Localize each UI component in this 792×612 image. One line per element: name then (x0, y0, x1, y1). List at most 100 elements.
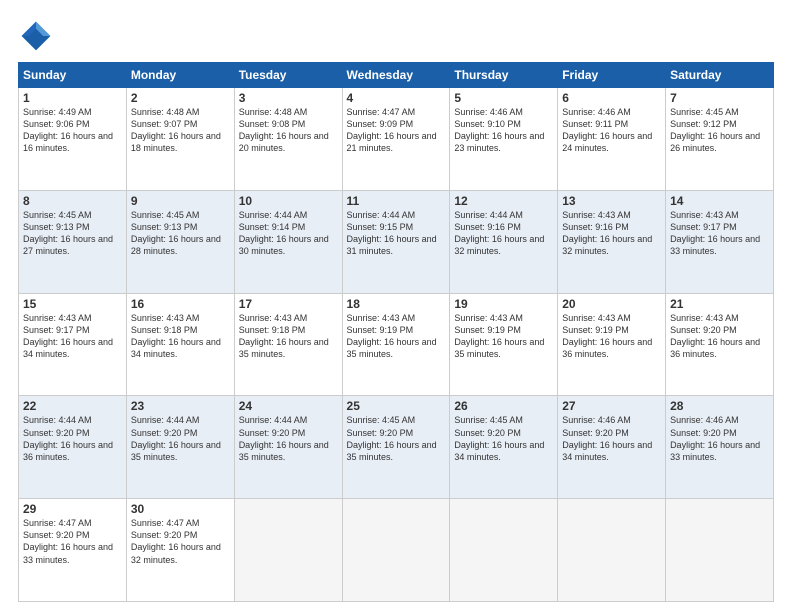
calendar-header-tuesday: Tuesday (234, 63, 342, 88)
calendar-cell: 24Sunrise: 4:44 AMSunset: 9:20 PMDayligh… (234, 396, 342, 499)
day-number: 9 (131, 194, 230, 208)
day-number: 5 (454, 91, 553, 105)
day-number: 28 (670, 399, 769, 413)
day-number: 6 (562, 91, 661, 105)
day-number: 10 (239, 194, 338, 208)
day-number: 15 (23, 297, 122, 311)
day-info: Sunrise: 4:46 AMSunset: 9:20 PMDaylight:… (562, 414, 661, 463)
calendar-cell (342, 499, 450, 602)
header (18, 18, 774, 54)
day-info: Sunrise: 4:44 AMSunset: 9:20 PMDaylight:… (23, 414, 122, 463)
day-info: Sunrise: 4:43 AMSunset: 9:19 PMDaylight:… (454, 312, 553, 361)
calendar-header-saturday: Saturday (666, 63, 774, 88)
calendar-cell: 17Sunrise: 4:43 AMSunset: 9:18 PMDayligh… (234, 293, 342, 396)
day-info: Sunrise: 4:45 AMSunset: 9:12 PMDaylight:… (670, 106, 769, 155)
calendar-cell: 18Sunrise: 4:43 AMSunset: 9:19 PMDayligh… (342, 293, 450, 396)
day-info: Sunrise: 4:44 AMSunset: 9:20 PMDaylight:… (131, 414, 230, 463)
day-number: 21 (670, 297, 769, 311)
day-info: Sunrise: 4:45 AMSunset: 9:13 PMDaylight:… (23, 209, 122, 258)
calendar-cell: 25Sunrise: 4:45 AMSunset: 9:20 PMDayligh… (342, 396, 450, 499)
day-info: Sunrise: 4:43 AMSunset: 9:19 PMDaylight:… (347, 312, 446, 361)
day-number: 23 (131, 399, 230, 413)
logo-icon (18, 18, 54, 54)
calendar-cell: 8Sunrise: 4:45 AMSunset: 9:13 PMDaylight… (19, 190, 127, 293)
day-info: Sunrise: 4:48 AMSunset: 9:07 PMDaylight:… (131, 106, 230, 155)
calendar-table: SundayMondayTuesdayWednesdayThursdayFrid… (18, 62, 774, 602)
day-number: 8 (23, 194, 122, 208)
day-info: Sunrise: 4:43 AMSunset: 9:17 PMDaylight:… (670, 209, 769, 258)
page: SundayMondayTuesdayWednesdayThursdayFrid… (0, 0, 792, 612)
calendar-cell: 20Sunrise: 4:43 AMSunset: 9:19 PMDayligh… (558, 293, 666, 396)
day-number: 17 (239, 297, 338, 311)
day-info: Sunrise: 4:46 AMSunset: 9:10 PMDaylight:… (454, 106, 553, 155)
day-number: 2 (131, 91, 230, 105)
day-info: Sunrise: 4:44 AMSunset: 9:16 PMDaylight:… (454, 209, 553, 258)
day-number: 18 (347, 297, 446, 311)
day-number: 14 (670, 194, 769, 208)
calendar-cell: 15Sunrise: 4:43 AMSunset: 9:17 PMDayligh… (19, 293, 127, 396)
day-number: 20 (562, 297, 661, 311)
day-number: 12 (454, 194, 553, 208)
day-number: 19 (454, 297, 553, 311)
calendar-cell: 3Sunrise: 4:48 AMSunset: 9:08 PMDaylight… (234, 88, 342, 191)
calendar-cell (666, 499, 774, 602)
calendar-row-2: 8Sunrise: 4:45 AMSunset: 9:13 PMDaylight… (19, 190, 774, 293)
calendar-row-5: 29Sunrise: 4:47 AMSunset: 9:20 PMDayligh… (19, 499, 774, 602)
calendar-cell: 11Sunrise: 4:44 AMSunset: 9:15 PMDayligh… (342, 190, 450, 293)
calendar-header-wednesday: Wednesday (342, 63, 450, 88)
day-number: 3 (239, 91, 338, 105)
calendar-header-thursday: Thursday (450, 63, 558, 88)
day-info: Sunrise: 4:43 AMSunset: 9:18 PMDaylight:… (239, 312, 338, 361)
calendar-row-1: 1Sunrise: 4:49 AMSunset: 9:06 PMDaylight… (19, 88, 774, 191)
day-info: Sunrise: 4:48 AMSunset: 9:08 PMDaylight:… (239, 106, 338, 155)
calendar-row-3: 15Sunrise: 4:43 AMSunset: 9:17 PMDayligh… (19, 293, 774, 396)
day-number: 11 (347, 194, 446, 208)
calendar-cell: 5Sunrise: 4:46 AMSunset: 9:10 PMDaylight… (450, 88, 558, 191)
day-info: Sunrise: 4:43 AMSunset: 9:20 PMDaylight:… (670, 312, 769, 361)
calendar-cell (558, 499, 666, 602)
day-info: Sunrise: 4:49 AMSunset: 9:06 PMDaylight:… (23, 106, 122, 155)
day-number: 16 (131, 297, 230, 311)
day-info: Sunrise: 4:44 AMSunset: 9:20 PMDaylight:… (239, 414, 338, 463)
calendar-cell: 14Sunrise: 4:43 AMSunset: 9:17 PMDayligh… (666, 190, 774, 293)
day-info: Sunrise: 4:47 AMSunset: 9:09 PMDaylight:… (347, 106, 446, 155)
calendar-cell: 21Sunrise: 4:43 AMSunset: 9:20 PMDayligh… (666, 293, 774, 396)
day-number: 25 (347, 399, 446, 413)
calendar-cell: 29Sunrise: 4:47 AMSunset: 9:20 PMDayligh… (19, 499, 127, 602)
logo (18, 18, 58, 54)
calendar-header-sunday: Sunday (19, 63, 127, 88)
day-number: 24 (239, 399, 338, 413)
day-info: Sunrise: 4:45 AMSunset: 9:20 PMDaylight:… (347, 414, 446, 463)
calendar-header-friday: Friday (558, 63, 666, 88)
calendar-cell: 19Sunrise: 4:43 AMSunset: 9:19 PMDayligh… (450, 293, 558, 396)
day-info: Sunrise: 4:45 AMSunset: 9:13 PMDaylight:… (131, 209, 230, 258)
day-info: Sunrise: 4:46 AMSunset: 9:11 PMDaylight:… (562, 106, 661, 155)
day-number: 7 (670, 91, 769, 105)
calendar-cell: 12Sunrise: 4:44 AMSunset: 9:16 PMDayligh… (450, 190, 558, 293)
calendar-cell: 1Sunrise: 4:49 AMSunset: 9:06 PMDaylight… (19, 88, 127, 191)
day-info: Sunrise: 4:47 AMSunset: 9:20 PMDaylight:… (23, 517, 122, 566)
calendar-cell: 26Sunrise: 4:45 AMSunset: 9:20 PMDayligh… (450, 396, 558, 499)
day-number: 27 (562, 399, 661, 413)
day-info: Sunrise: 4:43 AMSunset: 9:16 PMDaylight:… (562, 209, 661, 258)
calendar-cell: 2Sunrise: 4:48 AMSunset: 9:07 PMDaylight… (126, 88, 234, 191)
calendar-cell: 6Sunrise: 4:46 AMSunset: 9:11 PMDaylight… (558, 88, 666, 191)
calendar-cell: 30Sunrise: 4:47 AMSunset: 9:20 PMDayligh… (126, 499, 234, 602)
calendar-cell: 10Sunrise: 4:44 AMSunset: 9:14 PMDayligh… (234, 190, 342, 293)
calendar-cell: 28Sunrise: 4:46 AMSunset: 9:20 PMDayligh… (666, 396, 774, 499)
day-info: Sunrise: 4:44 AMSunset: 9:14 PMDaylight:… (239, 209, 338, 258)
calendar-cell: 9Sunrise: 4:45 AMSunset: 9:13 PMDaylight… (126, 190, 234, 293)
day-info: Sunrise: 4:46 AMSunset: 9:20 PMDaylight:… (670, 414, 769, 463)
day-info: Sunrise: 4:43 AMSunset: 9:19 PMDaylight:… (562, 312, 661, 361)
calendar-cell (234, 499, 342, 602)
calendar-cell: 23Sunrise: 4:44 AMSunset: 9:20 PMDayligh… (126, 396, 234, 499)
calendar-cell: 13Sunrise: 4:43 AMSunset: 9:16 PMDayligh… (558, 190, 666, 293)
calendar-row-4: 22Sunrise: 4:44 AMSunset: 9:20 PMDayligh… (19, 396, 774, 499)
day-number: 13 (562, 194, 661, 208)
day-number: 29 (23, 502, 122, 516)
calendar-header-row: SundayMondayTuesdayWednesdayThursdayFrid… (19, 63, 774, 88)
calendar-header-monday: Monday (126, 63, 234, 88)
day-number: 22 (23, 399, 122, 413)
day-number: 26 (454, 399, 553, 413)
day-info: Sunrise: 4:43 AMSunset: 9:17 PMDaylight:… (23, 312, 122, 361)
